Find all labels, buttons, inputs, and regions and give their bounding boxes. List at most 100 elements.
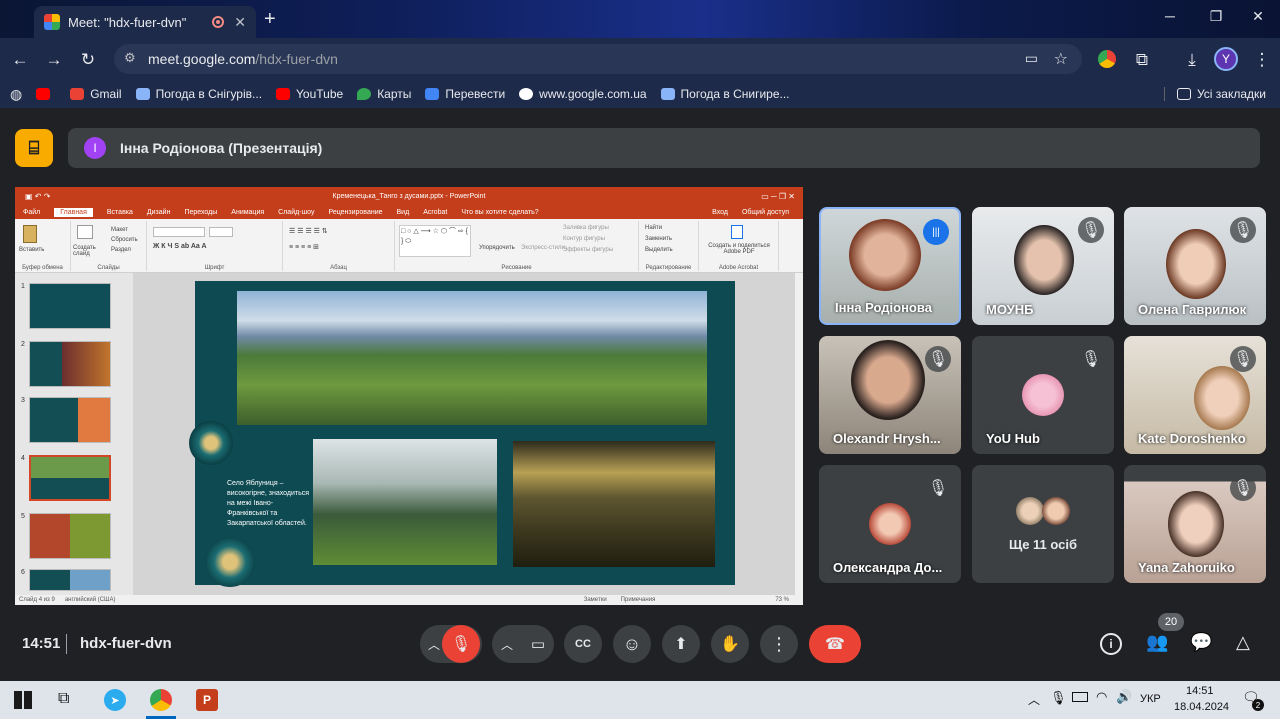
mic-off-icon: 🎙 [1230, 217, 1256, 243]
camera-permission-icon[interactable]: ▭ [1025, 50, 1038, 67]
raise-hand-button[interactable]: ✋ [711, 625, 749, 663]
status-slide: Слайд 4 из 9 [19, 597, 55, 603]
notification-count-badge: 2 [1252, 699, 1264, 711]
all-bookmarks[interactable]: Усі закладки [1163, 87, 1266, 101]
captions-button[interactable]: CC [564, 625, 602, 663]
express-styles-label: Экспресс-стили [521, 245, 565, 251]
paragraph-icons: ☰ ☰ ☰ ☰ ⇅ [289, 228, 328, 235]
task-view-icon[interactable]: ⧉ [58, 690, 69, 708]
people-icon[interactable]: 👥 [1146, 632, 1168, 653]
bookmark-star-icon[interactable]: ☆ [1054, 49, 1068, 69]
thumb-number: 4 [21, 455, 25, 462]
replace-label: Заменить [645, 236, 672, 242]
group-font: Ж К Ч S ab Aa A Шрифт [147, 221, 283, 271]
slide-thumbnail[interactable] [29, 513, 111, 559]
more-options-button[interactable]: ⋮ [760, 625, 798, 663]
slide-thumbnail[interactable] [29, 341, 111, 387]
new-slide-label: Создать слайд [73, 245, 96, 257]
new-tab-button[interactable]: + [264, 8, 276, 31]
bookmark-youtube-icon[interactable] [36, 88, 56, 100]
participant-video [849, 219, 921, 291]
participant-tile[interactable]: 🎙 Kate Doroshenko [1124, 336, 1266, 454]
activities-icon[interactable]: △ [1236, 632, 1250, 653]
reload-icon[interactable]: ↻ [76, 48, 100, 72]
new-slide-icon [77, 225, 93, 239]
bookmark-gmail[interactable]: Gmail [70, 87, 122, 101]
browser-tab-meet[interactable]: Meet: "hdx-fuer-dvn" ✕ [34, 6, 256, 38]
shared-screen-powerpoint[interactable]: ▣ ↶ ↷ Кременецька_Танго з дусами.pptx - … [15, 187, 803, 605]
more-participants-tile[interactable]: Ще 11 осіб [972, 465, 1114, 583]
present-screen-button[interactable]: ⬆ [662, 625, 700, 663]
participant-tile[interactable]: 🎙 YoU Hub [972, 336, 1114, 454]
participant-video [1194, 366, 1250, 430]
participant-tile[interactable]: 🎙 МОУНБ [972, 207, 1114, 325]
browser-menu-icon[interactable]: ⋮ [1250, 48, 1274, 72]
leave-call-button[interactable]: ☎ [809, 625, 861, 663]
clock-date[interactable]: 18.04.2024 [1174, 701, 1229, 713]
adobe-pdf-label: Создать и поделиться Adobe PDF [708, 243, 770, 255]
slide-thumbnail[interactable] [29, 569, 111, 591]
mic-options-chevron-icon[interactable]: ︿ [428, 636, 440, 653]
slide-thumbnail[interactable] [29, 283, 111, 329]
url-field[interactable]: ⚙ meet.google.com/hdx-fuer-dvn ▭ ☆ [114, 44, 1082, 74]
mic-off-button[interactable]: 🎙 [442, 625, 480, 663]
chat-icon[interactable]: 💬 [1190, 632, 1212, 653]
powerpoint-taskbar-icon[interactable]: P [196, 689, 218, 711]
tray-battery-icon [1072, 692, 1088, 702]
profile-avatar[interactable]: Y [1214, 47, 1238, 71]
arrange-label: Упорядочить [479, 245, 515, 251]
participant-name: Kate Doroshenko [1138, 431, 1246, 446]
paste-icon [23, 225, 37, 243]
chrome-extension-icon[interactable] [1098, 50, 1116, 68]
camera-options-chevron-icon[interactable]: ︿ [501, 636, 513, 653]
bookmark-youtube[interactable]: YouTube [276, 87, 343, 101]
participant-tile[interactable]: ||| Інна Родіонова [819, 207, 961, 325]
bookmark-maps[interactable]: Карты [357, 87, 411, 101]
reset-label: Сбросить [111, 237, 138, 243]
thumb-number: 1 [21, 283, 25, 290]
minimize-icon[interactable]: ─ [1150, 8, 1190, 30]
participant-tile[interactable]: 🎙 Олександра До... [819, 465, 961, 583]
tab-close-icon[interactable]: ✕ [234, 14, 246, 31]
download-icon[interactable]: ⤓ [1180, 48, 1204, 72]
bookmark-weather-1[interactable]: Погода в Снігурів... [135, 87, 262, 101]
tray-chevron-icon[interactable]: ︿ [1028, 691, 1040, 708]
participant-avatar [1016, 497, 1044, 525]
camera-control-group[interactable]: ︿ ▭ [492, 625, 554, 663]
ppt-signin: Вход [712, 208, 728, 216]
slide-caption: Село Яблуниця – високогірне, знаходиться… [227, 480, 310, 527]
site-info-icon[interactable]: ⚙ [124, 50, 136, 66]
find-label: Найти [645, 225, 663, 231]
participant-tile[interactable]: 🎙 Olexandr Hrysh... [819, 336, 961, 454]
presenter-bar: І Інна Родіонова (Презентація) [68, 128, 1260, 168]
layout-label: Макет [111, 227, 128, 233]
participant-tile[interactable]: 🎙 Олена Гаврилюк [1124, 207, 1266, 325]
ppt-status-bar: Слайд 4 из 9 английский (США) Заметки Пр… [15, 595, 803, 605]
close-window-icon[interactable]: ✕ [1238, 8, 1278, 30]
forward-arrow-icon[interactable]: → [42, 48, 66, 72]
bookmark-translate[interactable]: Перевести [425, 87, 505, 101]
participant-avatar [1042, 497, 1070, 525]
windows-start-icon[interactable] [14, 691, 32, 709]
bookmark-weather-2[interactable]: Погода в Снигире... [660, 87, 790, 101]
telegram-icon[interactable]: ➤ [104, 689, 126, 711]
bookmark-globe-icon[interactable]: ◍ [10, 86, 22, 103]
group-adobe: Создать и поделиться Adobe PDF Adobe Acr… [699, 221, 779, 271]
maximize-icon[interactable]: ❐ [1196, 8, 1236, 30]
keyboard-language[interactable]: УКР [1140, 693, 1161, 705]
bookmark-google[interactable]: www.google.com.ua [519, 87, 647, 101]
meeting-info-icon[interactable]: i [1100, 633, 1122, 655]
slide-thumbnail-selected[interactable] [29, 455, 111, 501]
extensions-puzzle-icon[interactable]: ⧉ [1130, 48, 1154, 72]
chrome-taskbar-icon[interactable] [150, 689, 172, 711]
slide-thumbnails: 1 2 3 4 5 6 [15, 273, 133, 595]
slide-thumbnail[interactable] [29, 397, 111, 443]
reactions-button[interactable]: ☺ [613, 625, 651, 663]
vertical-scrollbar[interactable] [795, 273, 803, 595]
back-arrow-icon[interactable]: ← [8, 48, 32, 72]
participant-tile[interactable]: 🎙 Yana Zahoruiko [1124, 465, 1266, 583]
status-zoom: 73 % [775, 597, 789, 603]
people-count-badge: 20 [1158, 613, 1184, 631]
ppt-tab-transitions: Переходы [184, 208, 218, 216]
clock-time[interactable]: 14:51 [1186, 685, 1214, 697]
